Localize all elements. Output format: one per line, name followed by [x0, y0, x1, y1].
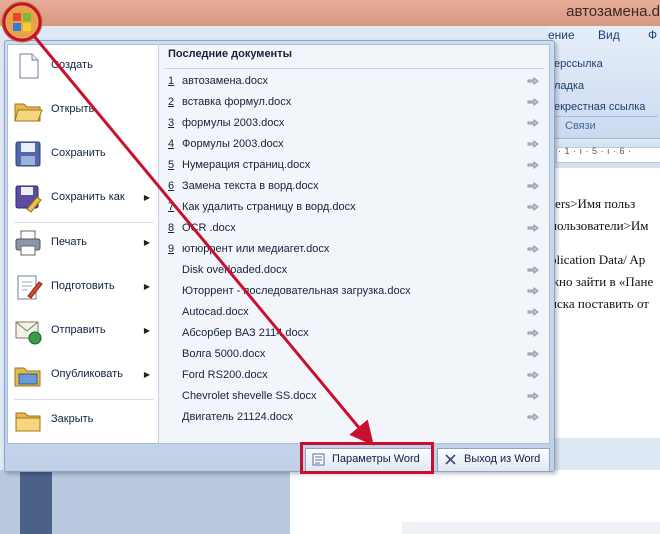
annotation-arrow: [2, 2, 374, 446]
